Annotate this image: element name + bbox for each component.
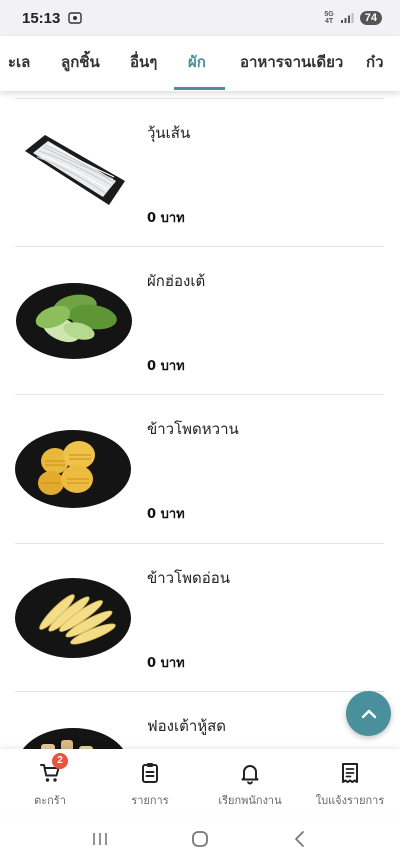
nav-cart[interactable]: 2 ตะกร้า xyxy=(0,749,100,815)
cart-icon: 2 xyxy=(38,753,68,785)
category-tabs: ะเล ลูกชิ้น อื่นๆ ผัก อาหารจานเดียว ก๋ว xyxy=(0,36,400,91)
status-bar: 15:13 5G 4T 74 xyxy=(0,0,400,36)
recent-apps-icon[interactable] xyxy=(90,829,110,853)
item-name: ผักฮ่องเต้ xyxy=(147,272,206,290)
scroll-to-top-button[interactable] xyxy=(346,691,391,736)
menu-item[interactable]: ข้าวโพดอ่อน 0 บาท xyxy=(15,543,384,691)
nav-call-staff[interactable]: เรียกพนักงาน xyxy=(200,749,300,815)
screen-recorder-icon xyxy=(68,9,83,28)
tofu-skin-image xyxy=(22,728,124,749)
home-icon[interactable] xyxy=(190,829,210,853)
nav-cart-label: ตะกร้า xyxy=(34,794,66,807)
baby-corn-image xyxy=(15,578,131,658)
menu-list: วุ้นเส้น 0 บาท ผักฮ่องเต้ 0 บาท ข้าวโพดห… xyxy=(0,91,400,749)
tab-meatballs[interactable]: ลูกชิ้น xyxy=(61,36,100,91)
nav-receipt-label: ใบแจ้งรายการ xyxy=(315,794,385,807)
sweet-corn-image xyxy=(15,430,131,508)
nav-orders[interactable]: รายการ xyxy=(100,749,200,815)
back-icon[interactable] xyxy=(290,829,310,853)
item-name: ฟองเต้าหู้สด xyxy=(147,717,227,735)
item-price: 0 บาท xyxy=(147,656,185,671)
nav-orders-label: รายการ xyxy=(131,794,169,807)
nav-receipt[interactable]: ใบแจ้งรายการ xyxy=(300,749,400,815)
signal-icon xyxy=(340,9,354,28)
glass-noodles-image xyxy=(25,135,125,205)
menu-item[interactable]: ข้าวโพดหวาน 0 บาท xyxy=(15,394,384,542)
receipt-icon xyxy=(338,761,362,785)
active-tab-indicator xyxy=(174,87,225,90)
item-name: ข้าวโพดอ่อน xyxy=(147,569,231,587)
tab-vegetables[interactable]: ผัก xyxy=(188,36,206,91)
tab-noodles[interactable]: ก๋ว xyxy=(366,36,384,91)
item-name: ข้าวโพดหวาน xyxy=(147,420,239,438)
menu-item[interactable]: ผักฮ่องเต้ 0 บาท xyxy=(15,246,384,394)
tab-others[interactable]: อื่นๆ xyxy=(130,36,157,91)
status-time: 15:13 xyxy=(22,9,61,27)
bottom-nav: 2 ตะกร้า รายการ เรียกพนักงาน ใบแจ้งรายกา… xyxy=(0,749,400,815)
item-price: 0 บาท xyxy=(147,507,185,522)
network-type: 5G 4T xyxy=(324,11,334,25)
item-price: 0 บาท xyxy=(147,359,185,374)
tab-single-dish[interactable]: อาหารจานเดียว xyxy=(240,36,343,91)
menu-item[interactable]: ฟองเต้าหู้สด xyxy=(15,691,384,749)
menu-item[interactable]: วุ้นเส้น 0 บาท xyxy=(15,98,384,246)
cart-count-badge: 2 xyxy=(52,753,68,769)
item-name: วุ้นเส้น xyxy=(147,124,191,142)
chevron-up-icon xyxy=(361,709,376,718)
nav-call-staff-label: เรียกพนักงาน xyxy=(218,794,282,807)
bok-choy-image xyxy=(16,283,132,359)
item-price: 0 บาท xyxy=(147,211,185,226)
battery-indicator: 74 xyxy=(359,11,382,25)
tab-seafood[interactable]: ะเล xyxy=(8,36,30,91)
bell-icon xyxy=(238,761,262,785)
clipboard-icon xyxy=(138,761,162,785)
system-nav-bar xyxy=(0,815,400,867)
